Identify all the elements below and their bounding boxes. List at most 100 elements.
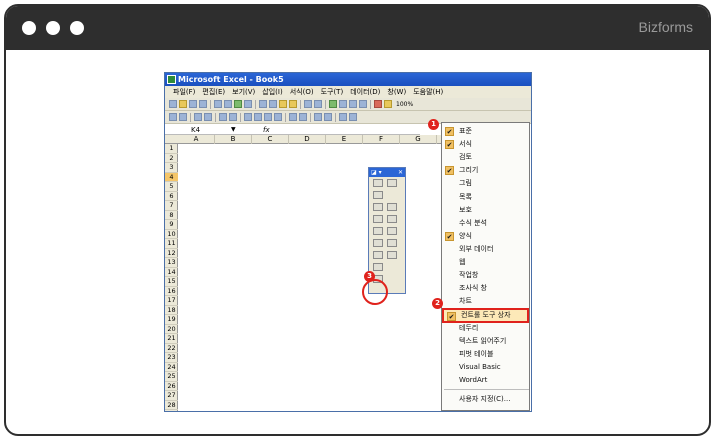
chart-wizard-icon[interactable] — [374, 100, 382, 108]
save-icon[interactable] — [189, 100, 197, 108]
menu-item[interactable]: 편집(E) — [202, 86, 225, 98]
research-icon[interactable] — [244, 100, 252, 108]
spinner-icon[interactable] — [299, 113, 307, 121]
row-header[interactable]: 16 — [165, 287, 178, 296]
fx-icon[interactable]: fx — [263, 125, 270, 135]
context-menu-item[interactable]: ✔ 그리기 — [442, 164, 529, 177]
spelling-icon[interactable] — [234, 100, 242, 108]
design-mode-icon[interactable] — [373, 179, 383, 187]
menu-item[interactable]: 보기(V) — [232, 86, 255, 98]
row-header[interactable]: 1 — [165, 144, 178, 154]
print-icon[interactable] — [214, 100, 222, 108]
paste-icon[interactable] — [279, 100, 287, 108]
column-header[interactable]: G — [400, 135, 437, 144]
edit-box-icon[interactable] — [179, 113, 187, 121]
column-header[interactable]: C — [252, 135, 289, 144]
scroll-bar-icon[interactable] — [289, 113, 297, 121]
toolbox-titlebar[interactable]: ◪ ▾ ✕ — [369, 168, 405, 177]
option-control-icon[interactable] — [387, 215, 397, 223]
context-menu-item[interactable]: 텍스트 읽어주기 — [442, 335, 529, 348]
combo-dropdown-icon[interactable] — [274, 113, 282, 121]
group-box-icon[interactable] — [194, 113, 202, 121]
row-header[interactable]: 23 — [165, 353, 178, 363]
menu-item[interactable]: 도움말(H) — [413, 86, 443, 98]
scrollbar-control-icon[interactable] — [373, 251, 383, 259]
row-header[interactable]: 17 — [165, 296, 178, 306]
view-code-icon[interactable] — [373, 191, 383, 199]
context-menu-item[interactable]: 목록 — [442, 191, 529, 204]
context-menu-item[interactable]: 차트 — [442, 295, 529, 308]
zoom-level[interactable]: 100% — [396, 101, 413, 108]
row-header[interactable]: 5 — [165, 182, 178, 192]
edit-code-icon[interactable] — [324, 113, 332, 121]
row-header[interactable]: 14 — [165, 268, 178, 277]
menu-item[interactable]: 도구(T) — [321, 86, 344, 98]
row-header[interactable]: 7 — [165, 201, 178, 211]
row-header[interactable]: 9 — [165, 220, 178, 230]
context-menu-item[interactable]: 웹 — [442, 256, 529, 269]
context-menu-item[interactable]: WordArt — [442, 374, 529, 387]
column-header[interactable]: E — [326, 135, 363, 144]
redo-icon[interactable] — [314, 100, 322, 108]
row-header[interactable]: 12 — [165, 249, 178, 258]
context-menu-item[interactable]: 수식 분석 — [442, 217, 529, 230]
menu-item[interactable]: 파일(F) — [173, 86, 195, 98]
name-box[interactable]: K4 — [179, 125, 239, 135]
column-header[interactable]: B — [215, 135, 252, 144]
context-menu-item[interactable]: 보호 — [442, 204, 529, 217]
row-header[interactable]: 28 — [165, 401, 178, 410]
drawing-icon[interactable] — [384, 100, 392, 108]
image-control-icon[interactable] — [373, 263, 383, 271]
menu-item[interactable]: 창(W) — [387, 86, 406, 98]
combo-list-icon[interactable] — [264, 113, 272, 121]
menu-item[interactable]: 데이터(D) — [350, 86, 380, 98]
context-menu-item[interactable]: 검토 — [442, 151, 529, 164]
row-header[interactable]: 25 — [165, 372, 178, 382]
row-header[interactable]: 3 — [165, 163, 178, 173]
sort-ascending-icon[interactable] — [349, 100, 357, 108]
open-icon[interactable] — [179, 100, 187, 108]
combo-box-icon[interactable] — [254, 113, 262, 121]
context-menu-item[interactable]: Visual Basic — [442, 361, 529, 374]
preview-icon[interactable] — [224, 100, 232, 108]
option-button-icon[interactable] — [229, 113, 237, 121]
run-dialog-icon[interactable] — [349, 113, 357, 121]
row-header[interactable]: 4 — [165, 172, 178, 182]
context-menu-item[interactable]: 그림 — [442, 177, 529, 190]
control-properties-icon[interactable] — [314, 113, 322, 121]
cut-icon[interactable] — [259, 100, 267, 108]
name-box-dropdown-icon[interactable]: ▼ — [231, 125, 236, 135]
context-menu-item[interactable]: ✔ 서식 — [442, 138, 529, 151]
row-header[interactable]: 26 — [165, 382, 178, 391]
properties-icon[interactable] — [387, 179, 397, 187]
row-header[interactable]: 24 — [165, 363, 178, 372]
list-box-icon[interactable] — [244, 113, 252, 121]
command-button-icon[interactable] — [373, 215, 383, 223]
row-header[interactable]: 18 — [165, 306, 178, 315]
row-header[interactable]: 27 — [165, 391, 178, 401]
row-header[interactable]: 10 — [165, 230, 178, 239]
context-menu-item[interactable]: 작업창 — [442, 269, 529, 282]
row-header[interactable]: 6 — [165, 192, 178, 201]
column-header[interactable]: D — [289, 135, 326, 144]
row-header[interactable]: 21 — [165, 334, 178, 344]
permission-icon[interactable] — [199, 100, 207, 108]
row-header[interactable]: 8 — [165, 211, 178, 220]
menu-item[interactable]: 삽입(I) — [262, 86, 282, 98]
autosum-icon[interactable] — [339, 100, 347, 108]
row-header[interactable]: 2 — [165, 154, 178, 163]
column-header[interactable]: A — [178, 135, 215, 144]
checkbox-icon[interactable] — [219, 113, 227, 121]
context-menu-item[interactable]: 외부 데이터 — [442, 243, 529, 256]
checkbox-control-icon[interactable] — [373, 203, 383, 211]
sort-descending-icon[interactable] — [359, 100, 367, 108]
label-icon[interactable] — [169, 113, 177, 121]
format-painter-icon[interactable] — [289, 100, 297, 108]
toggle-grid-icon[interactable] — [339, 113, 347, 121]
row-header[interactable]: 13 — [165, 258, 178, 268]
context-menu-item[interactable]: ✔ 양식 — [442, 230, 529, 243]
row-header[interactable]: 19 — [165, 315, 178, 325]
worksheet-grid[interactable] — [178, 144, 455, 411]
new-icon[interactable] — [169, 100, 177, 108]
toggle-button-icon[interactable] — [373, 239, 383, 247]
